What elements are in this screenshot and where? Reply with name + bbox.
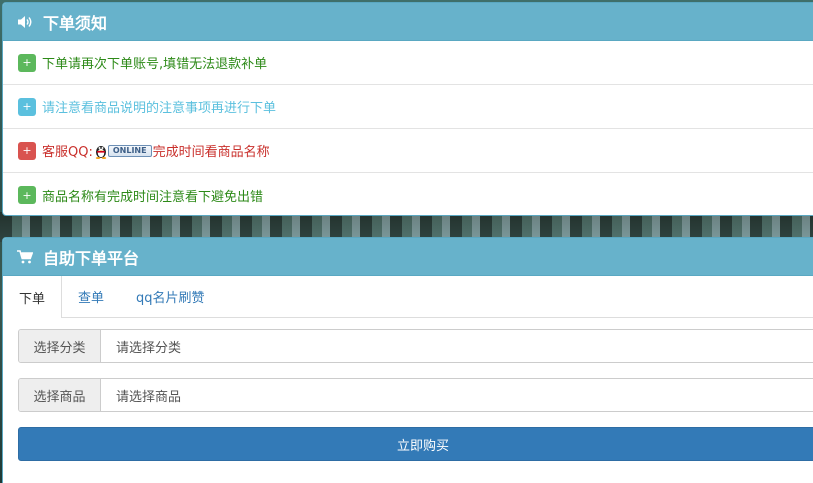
category-select-group: 选择分类 请选择分类 [18, 329, 813, 363]
notice-title: 下单须知 [43, 13, 108, 33]
product-select-group: 选择商品 请选择商品 [18, 378, 813, 412]
online-badge: ONLINE [107, 144, 152, 157]
category-label: 选择分类 [19, 330, 101, 362]
volume-icon [17, 14, 35, 30]
category-select[interactable]: 请选择分类 [101, 330, 813, 362]
plus-icon: + [18, 186, 36, 204]
qq-penguin-icon [95, 145, 107, 159]
product-label: 选择商品 [19, 379, 101, 411]
tab-qq-card-like[interactable]: qq名片刷赞 [120, 276, 221, 317]
notice-item: + 客服QQ: ONLINE 完成时间看商品名称 [3, 129, 813, 173]
notice-text: 请注意看商品说明的注意事项再进行下单 [42, 101, 277, 116]
cart-icon [17, 249, 35, 265]
notice-text: 商品名称有完成时间注意看下避免出错 [42, 189, 264, 205]
notice-text-post: 完成时间看商品名称 [152, 145, 270, 160]
order-panel: 自助下单平台 下单 查单 qq名片刷赞 选择分类 请选择分类 选择商品 请选择商… [2, 237, 813, 483]
notice-text-pre: 客服QQ: [42, 145, 93, 160]
notice-text: 下单请再次下单账号,填错无法退款补单 [42, 57, 268, 72]
tab-query[interactable]: 查单 [62, 276, 120, 317]
plus-icon: + [18, 97, 36, 116]
notice-item: + 商品名称有完成时间注意看下避免出错 [3, 173, 813, 215]
product-select[interactable]: 请选择商品 [101, 379, 813, 411]
tab-order[interactable]: 下单 [3, 276, 63, 318]
qq-online-link[interactable]: ONLINE [94, 143, 152, 159]
plus-icon: + [18, 53, 36, 72]
notice-item: + 请注意看商品说明的注意事项再进行下单 [3, 85, 813, 129]
notice-heading: 下单须知 [3, 3, 813, 41]
notice-panel: 下单须知 + 下单请再次下单账号,填错无法退款补单 + 请注意看商品说明的注意事… [2, 2, 813, 216]
plus-icon: + [18, 141, 36, 160]
order-heading: 自助下单平台 [3, 238, 813, 276]
notice-item: + 下单请再次下单账号,填错无法退款补单 [3, 41, 813, 85]
buy-now-button[interactable]: 立即购买 [18, 427, 813, 461]
order-title: 自助下单平台 [43, 248, 140, 268]
order-tabs: 下单 查单 qq名片刷赞 [3, 276, 813, 318]
